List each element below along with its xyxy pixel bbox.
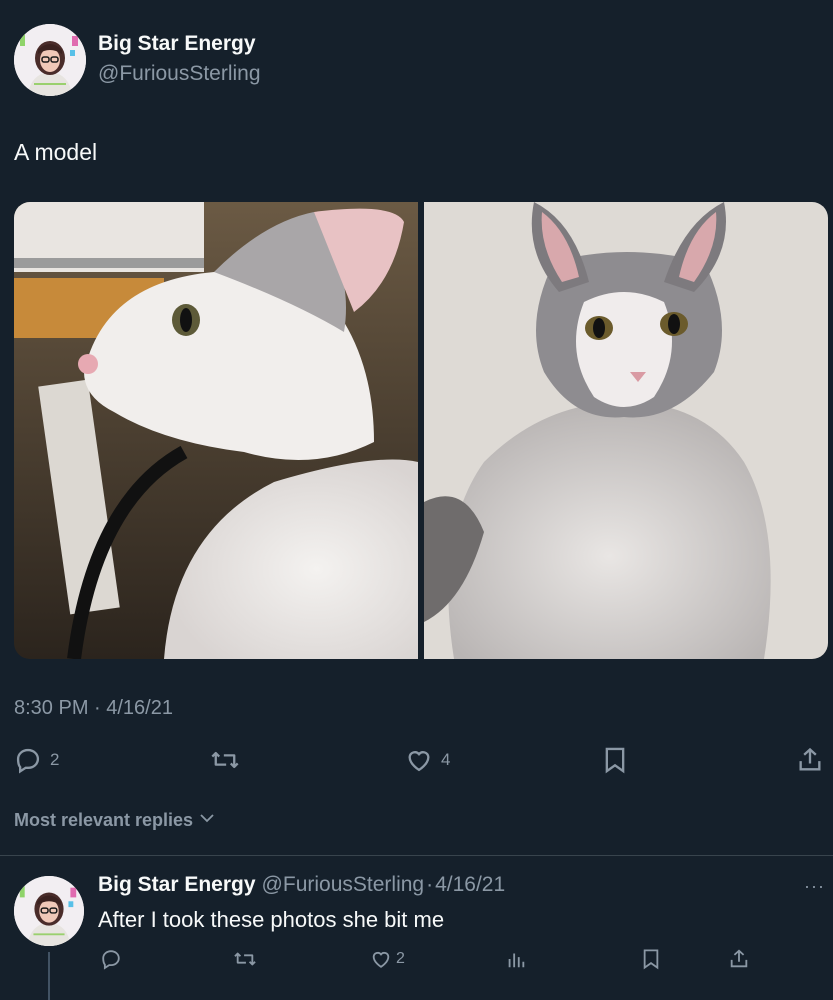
reply-share-button[interactable]: [728, 948, 750, 970]
retweet-icon: [233, 948, 257, 970]
section-divider: [0, 855, 833, 856]
reply-icon: [100, 948, 122, 970]
like-icon: [370, 948, 392, 970]
reply-separator: ·: [426, 873, 434, 896]
like-count: 4: [441, 750, 451, 769]
author-avatar[interactable]: [14, 24, 86, 96]
share-icon: [796, 746, 824, 774]
reply-date[interactable]: 4/16/21: [435, 873, 505, 897]
reply-icon: [14, 746, 42, 774]
reply-text: After I took these photos she bit me: [98, 907, 445, 932]
tweet-text: A model: [14, 139, 98, 165]
author-handle[interactable]: @FuriousSterling: [98, 62, 261, 86]
cat-photo-profile[interactable]: [14, 202, 418, 659]
more-options-icon[interactable]: ···: [804, 876, 825, 897]
retweet-icon: [210, 746, 240, 774]
reply-button[interactable]: 2: [14, 746, 59, 774]
replies-sort-dropdown[interactable]: Most relevant replies: [14, 808, 217, 833]
share-icon: [728, 948, 750, 970]
like-button[interactable]: 4: [405, 746, 450, 774]
bookmark-icon: [602, 746, 628, 774]
reply-count: 2: [50, 750, 60, 769]
reply-like-button[interactable]: 2: [370, 948, 405, 970]
replies-sort-label: Most relevant replies: [14, 810, 194, 830]
bookmark-button[interactable]: [602, 746, 628, 774]
reply-retweet-button[interactable]: [233, 948, 257, 970]
thread-connector-line: [48, 952, 50, 1000]
reply-bookmark-button[interactable]: [641, 948, 661, 970]
reply-like-count: 2: [396, 950, 405, 967]
reply-author-name[interactable]: Big Star Energy: [98, 873, 256, 897]
reply-views-button[interactable]: [505, 948, 527, 970]
share-button[interactable]: [796, 746, 824, 774]
bookmark-icon: [641, 948, 661, 970]
chevron-down-icon: [197, 808, 217, 833]
reply-reply-button[interactable]: [100, 948, 122, 970]
like-icon: [405, 746, 433, 774]
cat-photo-front[interactable]: [424, 202, 828, 659]
tweet-timestamp[interactable]: 8:30 PM · 4/16/21: [14, 697, 173, 720]
author-name[interactable]: Big Star Energy: [98, 32, 256, 56]
tweet-media[interactable]: [14, 202, 828, 659]
reply-author-handle[interactable]: @FuriousSterling: [262, 873, 425, 897]
retweet-button[interactable]: [210, 746, 240, 774]
reply-author-avatar[interactable]: [14, 876, 84, 946]
reply-header: Big Star Energy @FuriousSterling · 4/16/…: [98, 873, 505, 897]
views-icon: [505, 948, 527, 970]
